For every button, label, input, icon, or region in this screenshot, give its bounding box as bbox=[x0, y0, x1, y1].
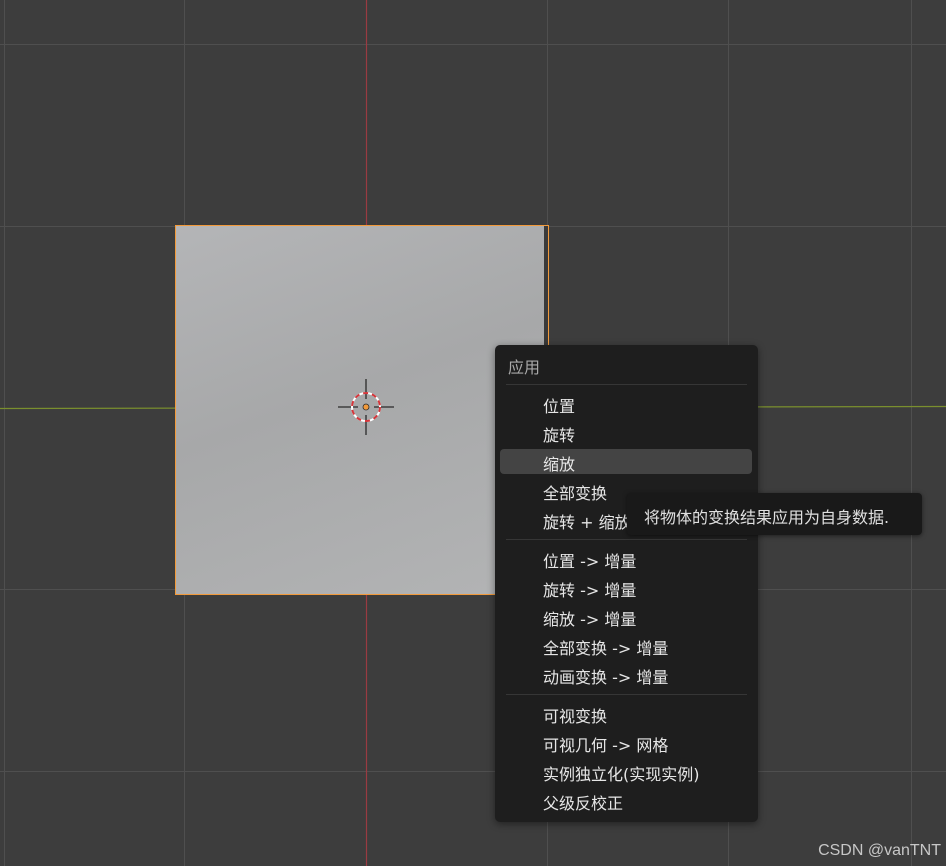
menu-item-label: 全部变换 -> 增量 bbox=[543, 639, 669, 658]
menu-separator bbox=[506, 694, 747, 695]
menu-title: 应用 bbox=[508, 358, 541, 377]
plane-edge-shadow bbox=[544, 226, 548, 346]
menu-item-all-transforms-to-deltas[interactable]: 全部变换 -> 增量 bbox=[500, 633, 752, 658]
menu-item-label: 缩放 bbox=[543, 455, 576, 474]
menu-item-location[interactable]: 位置 bbox=[500, 391, 752, 416]
menu-item-scale-to-deltas[interactable]: 缩放 -> 增量 bbox=[500, 604, 752, 629]
menu-separator bbox=[506, 539, 747, 540]
tooltip: 将物体的变换结果应用为自身数据. bbox=[627, 493, 922, 535]
watermark: CSDN @vanTNT bbox=[818, 842, 941, 859]
3d-cursor-icon[interactable] bbox=[336, 377, 396, 437]
tooltip-text: 将物体的变换结果应用为自身数据. bbox=[644, 508, 890, 527]
menu-item-rotation-to-deltas[interactable]: 旋转 -> 增量 bbox=[500, 575, 752, 600]
menu-item-label: 位置 -> 增量 bbox=[543, 552, 637, 571]
menu-item-label: 父级反校正 bbox=[543, 794, 624, 813]
menu-item-label: 全部变换 bbox=[543, 484, 608, 503]
menu-item-scale[interactable]: 缩放 bbox=[500, 449, 752, 474]
menu-item-parent-inverse[interactable]: 父级反校正 bbox=[500, 788, 752, 813]
menu-item-label: 旋转 bbox=[543, 426, 576, 445]
menu-item-label: 位置 bbox=[543, 397, 576, 416]
apply-menu: 应用 位置 旋转 缩放 全部变换 旋转 + 缩放 位置 -> 增量 旋转 -> … bbox=[495, 345, 758, 822]
3d-viewport[interactable] bbox=[0, 0, 946, 866]
menu-item-label: 旋转 + 缩放 bbox=[543, 513, 631, 532]
menu-separator bbox=[506, 384, 747, 385]
menu-item-label: 旋转 -> 增量 bbox=[543, 581, 637, 600]
menu-item-rotation[interactable]: 旋转 bbox=[500, 420, 752, 445]
menu-item-label: 可视几何 -> 网格 bbox=[543, 736, 669, 755]
menu-item-animated-transforms-to-deltas[interactable]: 动画变换 -> 增量 bbox=[500, 662, 752, 687]
menu-item-label: 缩放 -> 增量 bbox=[543, 610, 637, 629]
menu-item-label: 实例独立化(实现实例) bbox=[543, 765, 700, 784]
menu-item-location-to-deltas[interactable]: 位置 -> 增量 bbox=[500, 546, 752, 571]
menu-item-visual-transform[interactable]: 可视变换 bbox=[500, 701, 752, 726]
menu-item-label: 可视变换 bbox=[543, 707, 608, 726]
menu-item-visual-geometry-to-mesh[interactable]: 可视几何 -> 网格 bbox=[500, 730, 752, 755]
menu-item-label: 动画变换 -> 增量 bbox=[543, 668, 669, 687]
menu-item-make-instances-real[interactable]: 实例独立化(实现实例) bbox=[500, 759, 752, 784]
